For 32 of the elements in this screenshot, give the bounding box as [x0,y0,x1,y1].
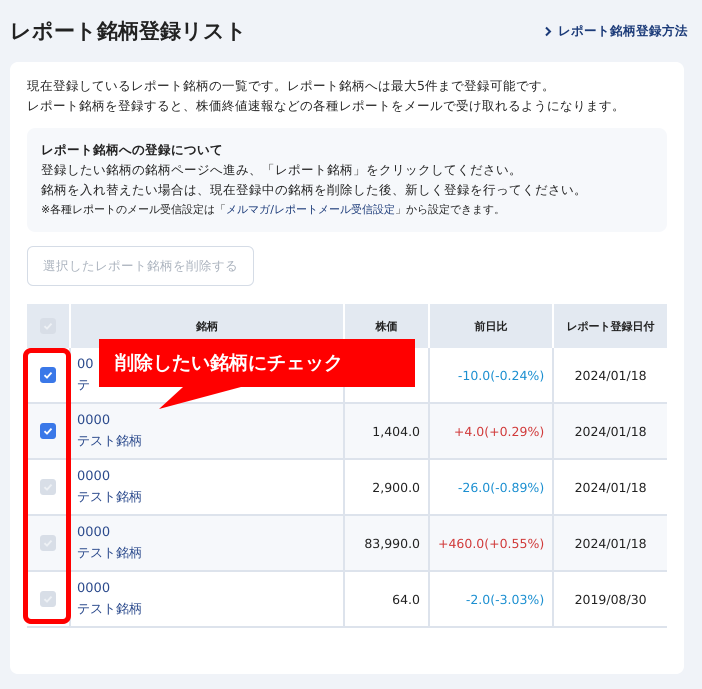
price-cell: 2,900.0 [372,480,420,494]
stock-code-link[interactable]: 00 [77,354,94,375]
date-cell: 2024/01/18 [574,536,647,550]
settings-link[interactable]: メルマガ/レポートメール受信設定 [226,203,395,216]
change-cell: -2.0(-3.03%) [466,592,544,606]
stock-name-link[interactable]: テスト銘柄 [77,431,142,452]
notice-line: 銘柄を入れ替えたい場合は、現在登録中の銘柄を削除した後、新しく登録を行ってください。 [41,181,588,199]
notice-line: 登録したい銘柄の銘柄ページへ進み、「レポート銘柄」をクリックしてください。 [41,161,523,179]
column-header: レポート登録日付 [553,304,667,348]
change-cell: +4.0(+0.29%) [454,424,544,438]
notice-title: レポート銘柄への登録について [41,141,224,159]
page-title: レポート銘柄登録リスト [10,18,247,45]
note-text: ※各種レポートのメール受信設定は「 [41,203,226,216]
stock-name-link[interactable]: テ [77,375,90,396]
chevron-icon [544,26,552,36]
row-checkbox[interactable] [40,367,56,384]
date-cell: 2024/01/18 [574,368,647,382]
price-cell: 1,404.0 [372,424,420,438]
stock-code-link[interactable]: 0000 [77,410,110,431]
date-cell: 2024/01/18 [574,480,647,494]
row-checkbox[interactable] [40,423,56,440]
note-text: 」から設定できます。 [394,203,505,216]
column-header: 前日比 [429,304,554,348]
change-cell: -26.0(-0.89%) [458,480,544,494]
price-cell: 83,990.0 [364,536,420,550]
price-cell: 64.0 [392,592,420,606]
date-cell: 2024/01/18 [574,424,647,438]
change-cell: -10.0(-0.24%) [458,368,544,382]
help-link[interactable]: レポート銘柄登録方法 [544,22,688,40]
change-cell: +460.0(+0.55%) [438,536,544,550]
date-cell: 2019/08/30 [574,592,647,606]
intro-text: 現在登録しているレポート銘柄の一覧です。レポート銘柄へは最大5件まで登録可能です。 レポート銘柄を登録すると、株価終値速報などの各種レポートをメールで受け取れるようになります。 [27,77,626,115]
